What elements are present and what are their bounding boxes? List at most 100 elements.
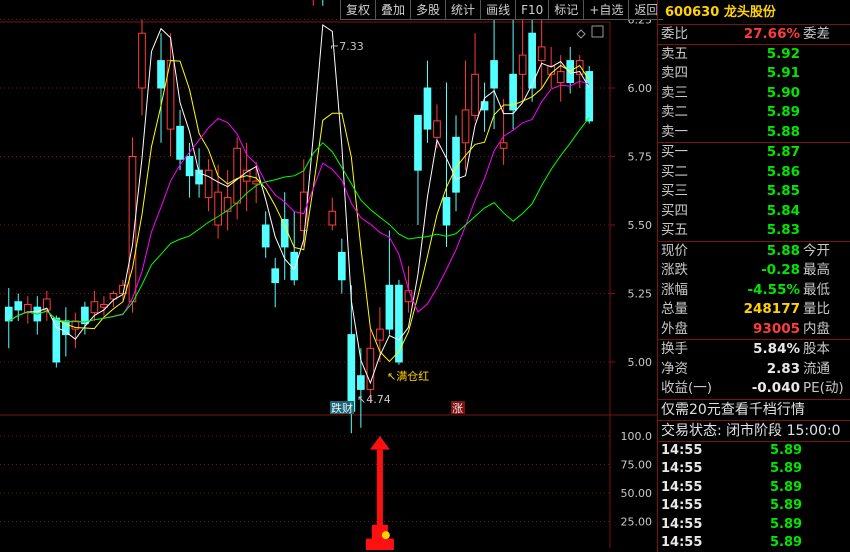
quote-row-value: -4.55% bbox=[747, 281, 800, 298]
candle-body bbox=[385, 284, 394, 330]
quote-row-right-label: 内盘 bbox=[803, 320, 830, 337]
quote-row: 涨幅 -4.55% 最低 bbox=[658, 281, 850, 301]
fundamentals-list: 换手 5.84% 股本 净资 2.83 流通 收益(一) -0.040 PE(动) bbox=[658, 340, 850, 400]
candle-body bbox=[518, 54, 527, 75]
bid-row-label: 买一 bbox=[661, 144, 688, 160]
toolbar-button-biaoji[interactable]: 标记 bbox=[548, 0, 584, 20]
ask-row: 卖四 5.91 bbox=[658, 64, 850, 84]
bid-row-value: 5.84 bbox=[766, 202, 800, 219]
bid-row-value: 5.85 bbox=[766, 183, 800, 199]
ask-list: 卖五 5.92 卖四 5.91 卖三 5.90 卖二 5.89 卖一 5.88 bbox=[658, 45, 850, 143]
candle-body bbox=[52, 317, 61, 363]
candle-body bbox=[233, 147, 241, 204]
toolbar-button-huaxian[interactable]: 画线 bbox=[480, 0, 516, 20]
bid-row-value: 5.86 bbox=[766, 163, 800, 180]
indicator-tick-label: 25.00 bbox=[621, 516, 653, 529]
fund-row-value: 5.84% bbox=[753, 341, 800, 357]
quote-row-right-label: 量比 bbox=[803, 301, 830, 317]
candle-body bbox=[185, 156, 194, 177]
ask-row-value: 5.89 bbox=[766, 104, 800, 120]
fund-row: 净资 2.83 流通 bbox=[658, 360, 850, 380]
fund-row: 换手 5.84% 股本 bbox=[658, 340, 850, 360]
tick-price: 5.89 bbox=[770, 498, 803, 513]
stock-code: 600630 bbox=[665, 5, 720, 20]
diamond-icon bbox=[576, 29, 586, 39]
candle-body bbox=[414, 114, 422, 171]
weicha-label: 委差 bbox=[803, 26, 830, 42]
candle-body bbox=[128, 156, 137, 303]
tick-price: 5.89 bbox=[770, 479, 803, 495]
candle-body bbox=[357, 375, 365, 390]
marker-label-2: 涨 bbox=[452, 402, 463, 415]
corner-box-icon bbox=[591, 25, 604, 38]
quote-row-label: 总量 bbox=[661, 301, 688, 317]
toolbar-button-fuquan[interactable]: 复权 bbox=[340, 0, 376, 20]
candle-body bbox=[347, 334, 356, 412]
trade-status: 交易状态: 闭市阶段 15:00:0 bbox=[658, 421, 850, 442]
fund-row-value: 2.83 bbox=[766, 360, 800, 377]
quote-row-right-label: 最低 bbox=[803, 281, 830, 298]
tick-row: 14:55 5.89 bbox=[658, 460, 850, 479]
bid-row: 买三 5.85 bbox=[658, 182, 850, 202]
candle-body bbox=[556, 71, 565, 84]
candle-body bbox=[433, 120, 441, 138]
ask-row-label: 卖四 bbox=[661, 65, 688, 81]
toolbar: 复权 叠加 多股 统计 画线 F10 标记 +自选 返回 bbox=[340, 0, 664, 20]
candle-body bbox=[261, 224, 270, 248]
quote-row-value: 5.88 bbox=[766, 242, 800, 259]
candle-body bbox=[537, 46, 546, 62]
indicator-tick-label: 75.00 bbox=[621, 459, 653, 472]
weibi-value: 27.66% bbox=[743, 26, 800, 42]
quote-row: 涨跌 -0.28 最高 bbox=[658, 261, 850, 281]
stock-title: 600630 龙头股份 bbox=[658, 0, 850, 25]
candle-body bbox=[204, 169, 213, 199]
moving-average-line bbox=[8, 24, 590, 385]
candle-body bbox=[442, 197, 451, 226]
candle-body bbox=[423, 87, 432, 130]
tick-price: 5.89 bbox=[770, 535, 803, 550]
price-tick-label: 5.00 bbox=[628, 356, 653, 369]
ask-row-label: 卖五 bbox=[661, 45, 688, 62]
tick-row: 14:55 5.89 bbox=[658, 534, 850, 552]
tick-row: 14:55 5.89 bbox=[658, 516, 850, 535]
tick-time: 14:55 bbox=[661, 516, 703, 532]
kline-svg[interactable]: 7.006.756.506.256.005.755.505.255.00100.… bbox=[0, 0, 657, 552]
quote-row-right-label: 最高 bbox=[803, 262, 830, 278]
bid-row-label: 买五 bbox=[661, 222, 688, 238]
candle-body bbox=[138, 32, 146, 89]
fund-row-label: 净资 bbox=[661, 360, 688, 377]
toolbar-button-f10[interactable]: F10 bbox=[515, 0, 549, 20]
indicator-arrow-head bbox=[369, 436, 390, 450]
tick-price: 5.89 bbox=[770, 516, 803, 532]
toolbar-button-tongji[interactable]: 统计 bbox=[445, 0, 481, 20]
marker-label-1: 跌财 bbox=[331, 401, 353, 415]
tick-time: 14:55 bbox=[661, 442, 703, 458]
fund-row-label: 换手 bbox=[661, 341, 688, 357]
price-tick-label: 5.50 bbox=[628, 219, 653, 232]
tick-row: 14:55 5.89 bbox=[658, 479, 850, 498]
candle-body bbox=[585, 71, 594, 122]
candle-body bbox=[176, 125, 184, 160]
quote-row-label: 外盘 bbox=[661, 320, 688, 337]
bid-row: 买四 5.84 bbox=[658, 202, 850, 222]
promo-text[interactable]: 仅需20元查看千档行情 bbox=[658, 400, 850, 421]
fund-row-value: -0.040 bbox=[751, 380, 800, 396]
candle-body bbox=[157, 60, 165, 89]
candle-body bbox=[337, 251, 346, 281]
indicator-smiley-icon bbox=[381, 531, 390, 540]
toolbar-button-zixuan[interactable]: +自选 bbox=[583, 0, 629, 20]
candle-body bbox=[499, 142, 508, 149]
indicator-tick-label: 50.00 bbox=[621, 487, 653, 500]
kline-chart[interactable]: 7.006.756.506.256.005.755.505.255.00100.… bbox=[0, 0, 657, 552]
candle-body bbox=[461, 109, 470, 144]
toolbar-button-duogu[interactable]: 多股 bbox=[410, 0, 446, 20]
toolbar-button-diejia[interactable]: 叠加 bbox=[375, 0, 411, 20]
ask-row-label: 卖二 bbox=[661, 104, 688, 120]
quote-list: 现价 5.88 今开 涨跌 -0.28 最高 涨幅 -4.55% 最低 总量 248177 量比 外盘 9… bbox=[658, 242, 850, 340]
candle-body bbox=[223, 197, 232, 212]
quote-row-label: 涨幅 bbox=[661, 281, 688, 298]
ask-row: 卖三 5.90 bbox=[658, 84, 850, 104]
quote-row-label: 涨跌 bbox=[661, 262, 688, 278]
candle-body bbox=[290, 251, 299, 281]
quote-row-value: 248177 bbox=[743, 301, 800, 317]
